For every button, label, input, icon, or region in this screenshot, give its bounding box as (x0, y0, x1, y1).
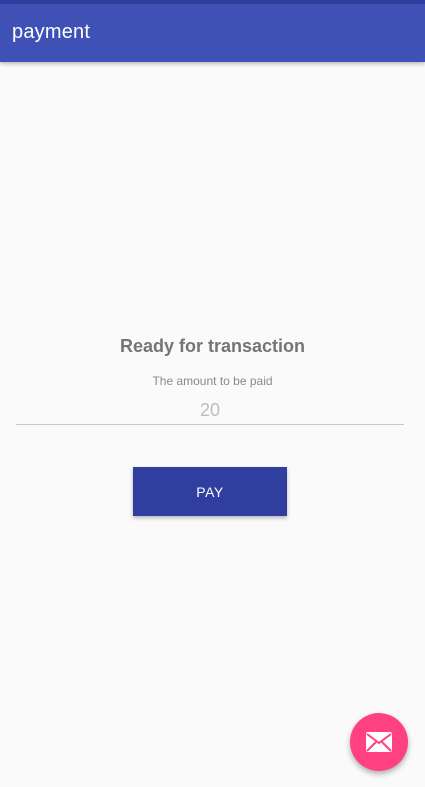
email-icon (366, 732, 392, 752)
amount-input[interactable] (16, 396, 404, 425)
pay-button[interactable]: PAY (133, 467, 287, 516)
transaction-heading: Ready for transaction (119, 336, 306, 356)
app-title: payment (12, 21, 91, 43)
email-fab-button[interactable] (350, 713, 408, 771)
amount-label: The amount to be paid (152, 374, 273, 388)
app-bar: payment (0, 4, 425, 62)
payment-screen: payment Ready for transaction The amount… (0, 0, 425, 787)
